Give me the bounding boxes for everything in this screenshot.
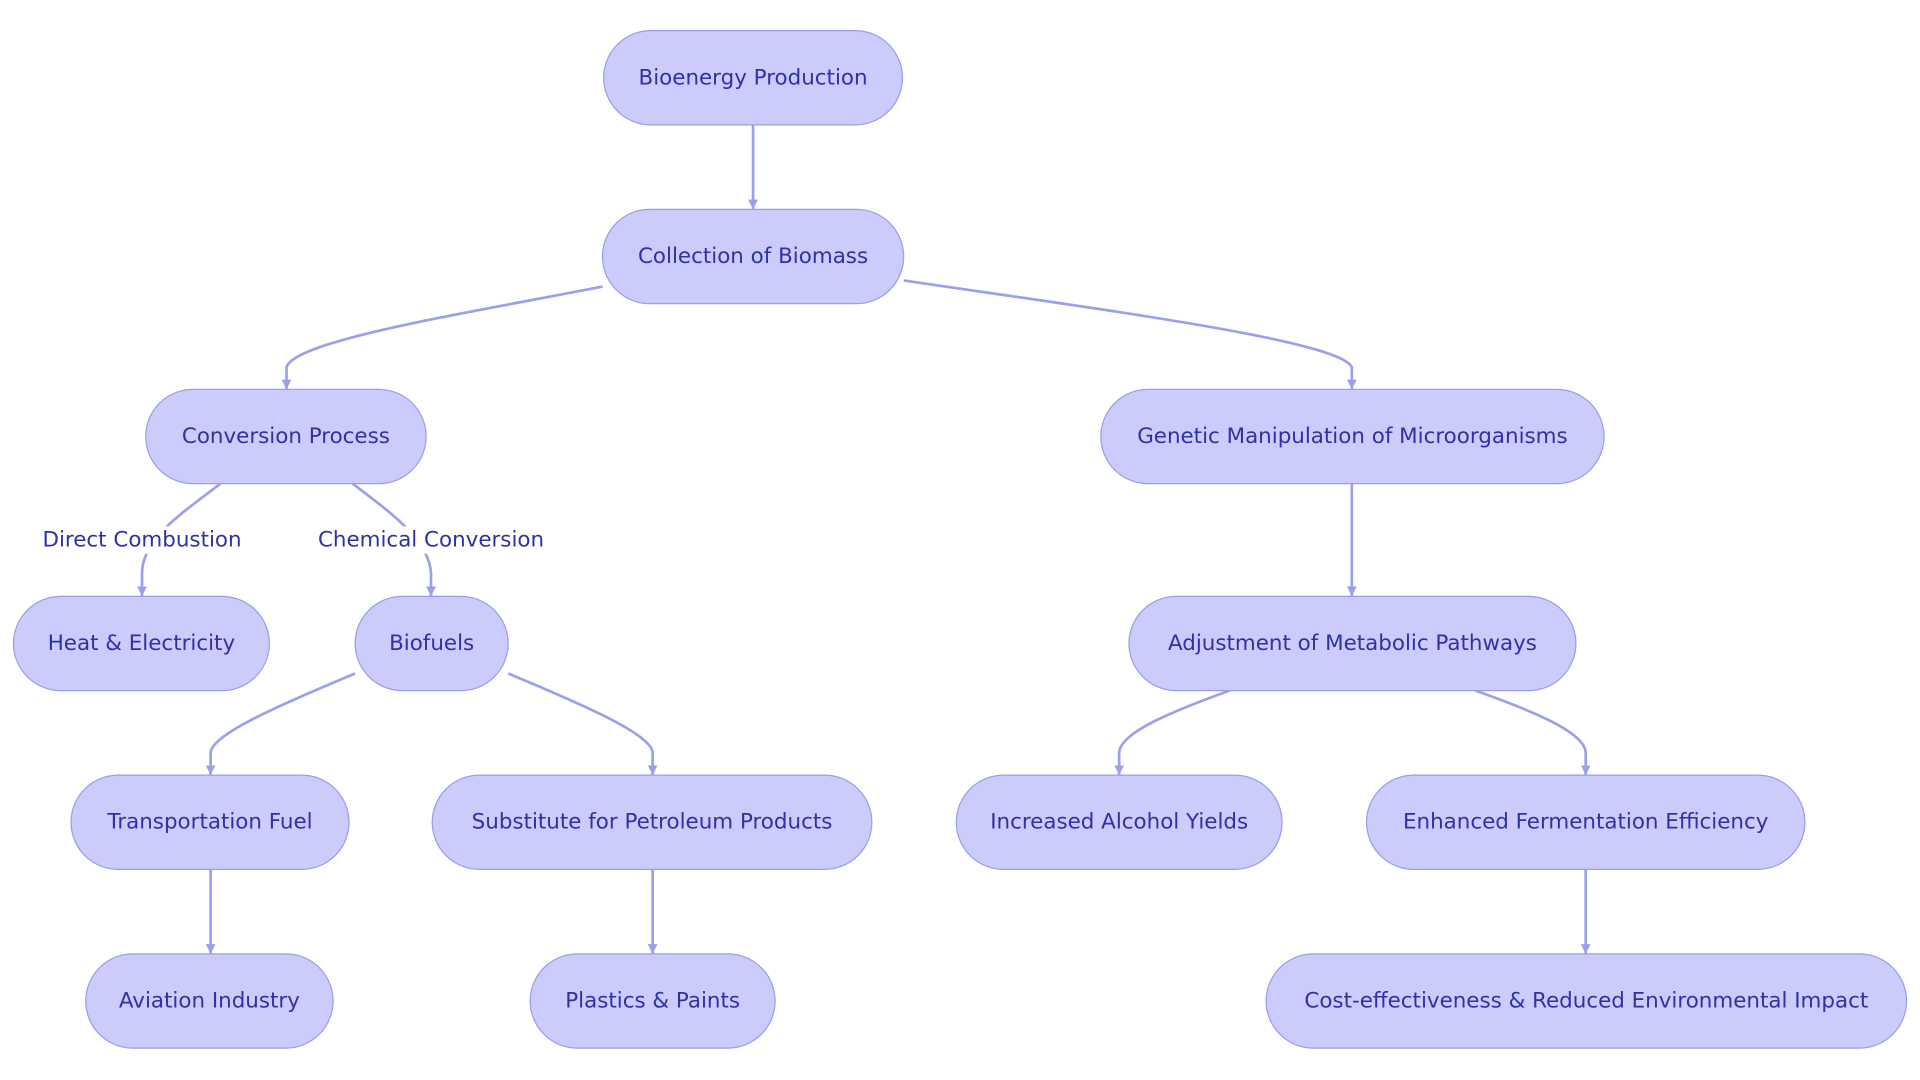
node-biofuels: Biofuels: [354, 595, 509, 692]
edge-collection-to-genetic: [903, 279, 1357, 390]
node-label: Conversion Process: [182, 424, 390, 449]
node-bioenergy: Bioenergy Production: [603, 29, 904, 126]
node-label: Adjustment of Metabolic Pathways: [1168, 631, 1537, 656]
node-label: Collection of Biomass: [638, 244, 868, 269]
node-label: Substitute for Petroleum Products: [472, 810, 833, 835]
node-alcohol: Increased Alcohol Yields: [955, 774, 1283, 871]
node-plastics: Plastics & Paints: [529, 953, 776, 1049]
node-label: Aviation Industry: [119, 989, 300, 1014]
edge-metabolic-to-fermentation: [1475, 689, 1591, 776]
edge-label-text: Direct Combustion: [42, 528, 241, 553]
edge-label-conversion-to-biofuels: Chemical Conversion: [315, 526, 547, 554]
node-conversion: Conversion Process: [145, 388, 427, 485]
nodes-layer: Bioenergy Production Collection of Biomas…: [12, 29, 1908, 1049]
node-petroleum: Substitute for Petroleum Products: [431, 774, 873, 871]
node-label: Bioenergy Production: [639, 65, 868, 90]
edge-label-text: Chemical Conversion: [318, 528, 544, 553]
node-heat: Heat & Electricity: [12, 595, 270, 692]
node-label: Increased Alcohol Yields: [990, 810, 1248, 835]
node-label: Cost-effectiveness & Reduced Environment…: [1304, 989, 1868, 1014]
node-collection: Collection of Biomass: [601, 208, 905, 305]
node-label: Enhanced Fermentation Efficiency: [1403, 810, 1769, 835]
node-label: Genetic Manipulation of Microorganisms: [1137, 424, 1568, 449]
node-label: Heat & Electricity: [48, 631, 236, 656]
node-label: Biofuels: [389, 631, 474, 656]
node-metabolic: Adjustment of Metabolic Pathways: [1128, 595, 1577, 692]
edge-label-conversion-to-heat: Direct Combustion: [40, 526, 245, 554]
edge-metabolic-to-alcohol: [1114, 689, 1230, 776]
flowchart-canvas: Direct Combustion Chemical Conversion Bio…: [12, 29, 1908, 1049]
node-label: Plastics & Paints: [565, 989, 740, 1014]
node-genetic: Genetic Manipulation of Microorganisms: [1100, 388, 1605, 485]
node-fermentation: Enhanced Fermentation Efficiency: [1365, 774, 1806, 871]
edge-biofuels-to-petroleum: [507, 672, 658, 776]
edge-collection-to-conversion: [281, 285, 603, 390]
node-transport: Transportation Fuel: [70, 774, 350, 871]
node-label: Transportation Fuel: [106, 810, 312, 835]
node-cost: Cost-effectiveness & Reduced Environment…: [1265, 953, 1908, 1049]
edge-labels-layer: Direct Combustion Chemical Conversion: [40, 526, 547, 554]
node-aviation: Aviation Industry: [85, 953, 334, 1049]
